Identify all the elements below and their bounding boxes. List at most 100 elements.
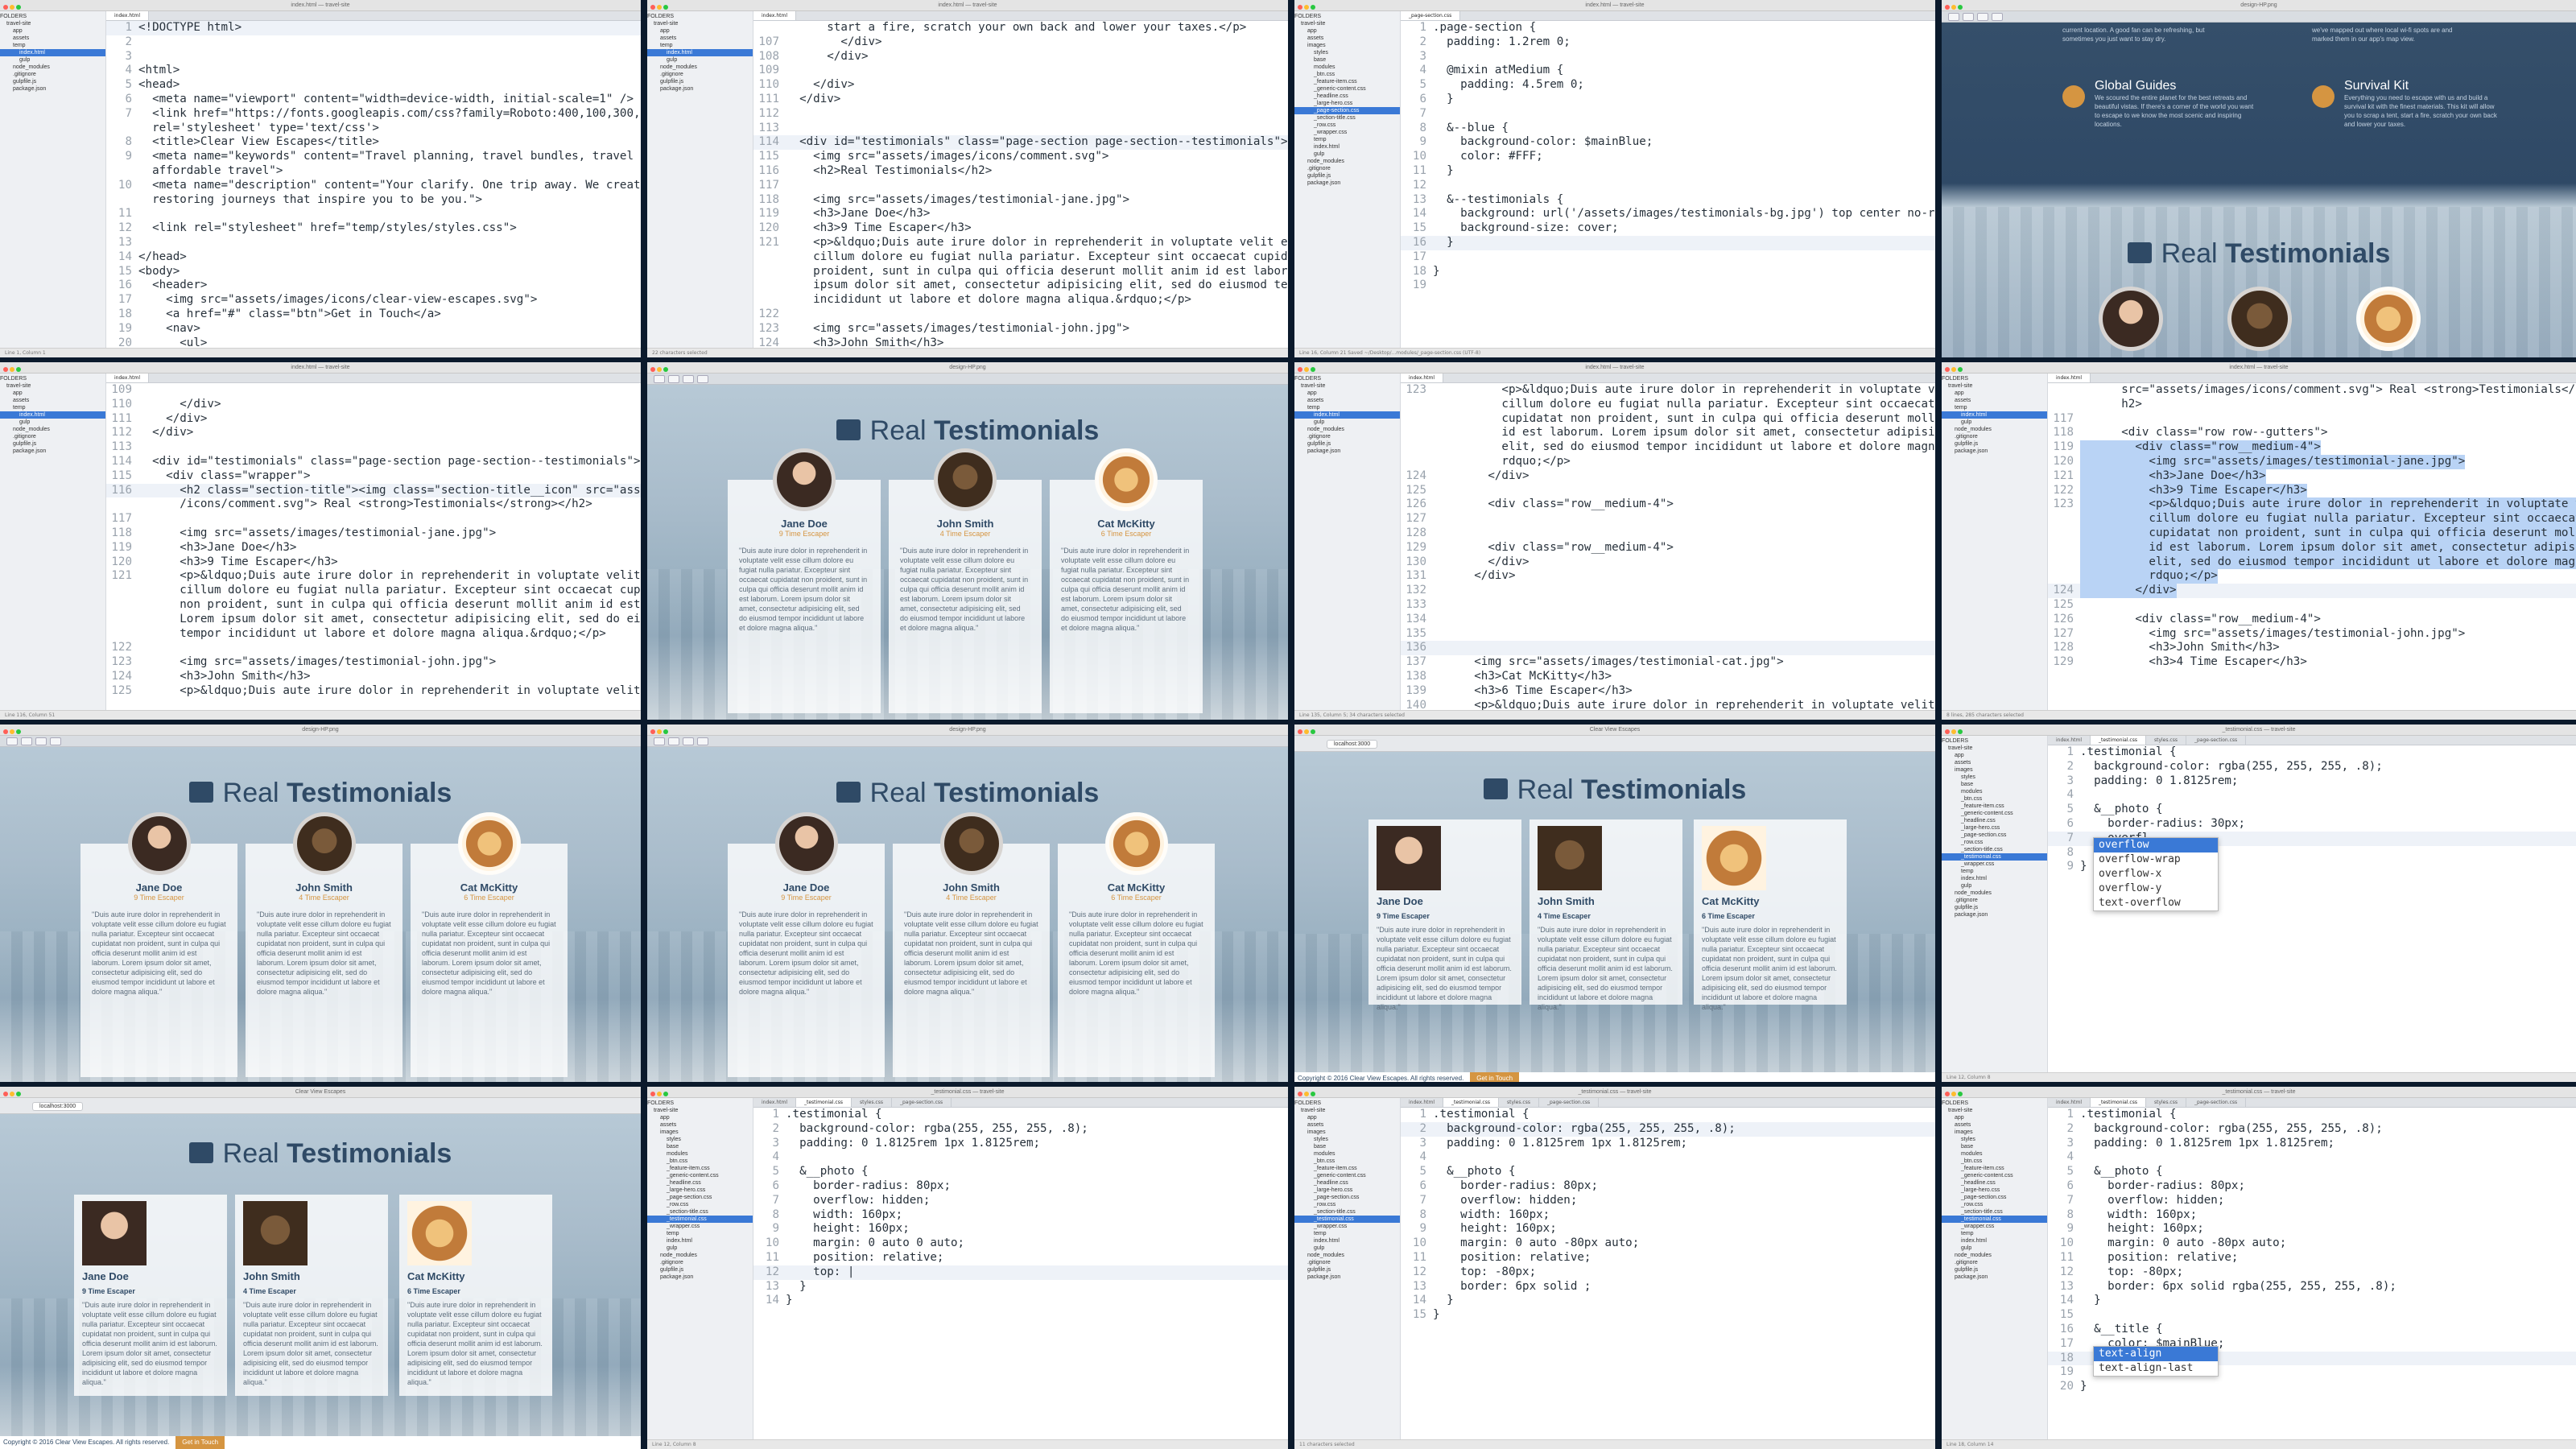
window-control-icon[interactable] <box>10 1092 14 1096</box>
toolbar-button[interactable] <box>1977 13 1988 21</box>
sidebar-item[interactable]: _row.css <box>1942 839 2047 846</box>
toolbar-button[interactable] <box>50 737 61 745</box>
sidebar-item[interactable]: gulpfile.js <box>1942 1266 2047 1274</box>
window-control-icon[interactable] <box>16 367 21 372</box>
sidebar-item[interactable]: _page-section.css <box>647 1194 753 1201</box>
window-control-icon[interactable] <box>1311 1092 1315 1096</box>
code-editor[interactable]: 1 .testimonial {2 background-color: rgba(… <box>753 1108 1288 1439</box>
toolbar-button[interactable] <box>654 737 665 745</box>
sidebar-item[interactable]: _headline.css <box>1942 1179 2047 1187</box>
sidebar-item[interactable]: _wrapper.css <box>1942 861 2047 868</box>
toolbar-button[interactable] <box>654 375 665 383</box>
sidebar-item[interactable]: gulpfile.js <box>1942 440 2047 448</box>
sidebar-item[interactable]: travel-site <box>0 20 105 27</box>
sidebar-item[interactable]: _headline.css <box>1294 93 1400 100</box>
sidebar-item[interactable]: base <box>647 1143 753 1150</box>
editor-tabs[interactable]: _page-section.css <box>1401 11 1935 21</box>
url-field[interactable]: localhost:3000 <box>1327 740 1378 749</box>
editor-tab[interactable]: index.html <box>2048 736 2091 745</box>
window-control-icon[interactable] <box>1945 1092 1950 1096</box>
file-sidebar[interactable]: FOLDERS travel-site app assets temp index.htm… <box>1942 374 2048 710</box>
sidebar-item[interactable]: index.html <box>647 1237 753 1245</box>
sidebar-item[interactable]: node_modules <box>0 426 105 433</box>
sidebar-item[interactable]: modules <box>1942 788 2047 795</box>
window-control-icon[interactable] <box>1304 367 1309 372</box>
sidebar-item[interactable]: modules <box>1942 1150 2047 1158</box>
sidebar-item[interactable]: temp <box>647 1230 753 1237</box>
code-editor[interactable]: src="assets/images/icons/comment.svg"> R… <box>2048 383 2576 710</box>
sidebar-item[interactable]: modules <box>1294 64 1400 71</box>
sidebar-item[interactable]: _large-hero.css <box>1942 824 2047 832</box>
sidebar-item[interactable]: _btn.css <box>1294 1158 1400 1165</box>
sidebar-item[interactable]: package.json <box>1294 180 1400 187</box>
sidebar-item[interactable]: package.json <box>647 1274 753 1281</box>
sidebar-item[interactable]: assets <box>1294 397 1400 404</box>
editor-tab[interactable]: index.html <box>2048 1098 2091 1107</box>
window-control-icon[interactable] <box>3 5 8 10</box>
sidebar-item[interactable]: package.json <box>0 85 105 93</box>
window-control-icon[interactable] <box>1951 367 1956 372</box>
window-control-icon[interactable] <box>1311 5 1315 10</box>
editor-tab[interactable]: styles.css <box>1499 1098 1539 1107</box>
file-sidebar[interactable]: FOLDERS travel-site app assets images styles b… <box>1294 1098 1401 1439</box>
window-control-icon[interactable] <box>1958 1092 1963 1096</box>
file-sidebar[interactable]: FOLDERS travel-site app assets images styles b… <box>647 1098 753 1439</box>
sidebar-item[interactable]: base <box>1942 781 2047 788</box>
code-editor[interactable]: 109 110 </div> 111 </div> 112 </div> 113 114 … <box>106 383 641 710</box>
sidebar-item[interactable]: package.json <box>1942 1274 2047 1281</box>
sidebar-item[interactable]: gulp <box>647 56 753 64</box>
sidebar-item[interactable]: app <box>1942 752 2047 759</box>
autocomplete-option[interactable]: text-overflow <box>2094 896 2218 910</box>
sidebar-item[interactable]: styles <box>1294 1136 1400 1143</box>
sidebar-item[interactable]: _section-title.css <box>647 1208 753 1216</box>
sidebar-item[interactable]: travel-site <box>1294 1107 1400 1114</box>
window-control-icon[interactable] <box>1951 1092 1956 1096</box>
sidebar-item[interactable]: .gitignore <box>647 1259 753 1266</box>
sidebar-item[interactable]: _btn.css <box>1942 795 2047 803</box>
sidebar-item[interactable]: images <box>1942 766 2047 774</box>
sidebar-item[interactable]: images <box>647 1129 753 1136</box>
sidebar-item[interactable]: .gitignore <box>1942 1259 2047 1266</box>
sidebar-item[interactable]: _section-title.css <box>1942 1208 2047 1216</box>
editor-tab[interactable]: index.html <box>1401 374 1443 382</box>
file-sidebar[interactable]: FOLDERS travel-site app assets temp index.htm… <box>647 11 753 348</box>
window-control-icon[interactable] <box>657 729 662 734</box>
sidebar-item[interactable]: _row.css <box>1294 1201 1400 1208</box>
editor-tab[interactable]: _testimonial.css <box>2091 736 2146 745</box>
sidebar-item[interactable]: gulpfile.js <box>1294 1266 1400 1274</box>
sidebar-item[interactable]: _feature-item.css <box>1294 78 1400 85</box>
window-control-icon[interactable] <box>16 729 21 734</box>
sidebar-item[interactable]: assets <box>1942 397 2047 404</box>
sidebar-item[interactable]: gulp <box>1294 151 1400 158</box>
sidebar-item[interactable]: node_modules <box>1942 1252 2047 1259</box>
editor-tab[interactable]: index.html <box>106 11 149 20</box>
sidebar-item[interactable]: app <box>0 27 105 35</box>
autocomplete-popup[interactable]: overflow overflow-wrap overflow-x overflow-… <box>2093 837 2219 911</box>
sidebar-item[interactable]: gulp <box>1942 419 2047 426</box>
autocomplete-option[interactable]: overflow-x <box>2094 867 2218 881</box>
window-control-icon[interactable] <box>1945 5 1950 10</box>
sidebar-item[interactable]: .gitignore <box>647 71 753 78</box>
code-editor[interactable]: start a fire, scratch your own back and … <box>753 21 1288 348</box>
sidebar-item[interactable]: _page-section.css <box>1942 1194 2047 1201</box>
preview-toolbar[interactable] <box>647 736 1288 747</box>
editor-tab[interactable]: _page-section.css <box>892 1098 952 1107</box>
browser-address-bar[interactable]: localhost:3000 <box>1294 736 1935 752</box>
sidebar-item[interactable]: base <box>1942 1143 2047 1150</box>
sidebar-item[interactable]: _wrapper.css <box>1942 1223 2047 1230</box>
window-control-icon[interactable] <box>1958 5 1963 10</box>
toolbar-button[interactable] <box>21 737 32 745</box>
sidebar-item[interactable]: _generic-content.css <box>647 1172 753 1179</box>
autocomplete-popup[interactable]: text-align text-align-last <box>2093 1346 2219 1377</box>
sidebar-item[interactable]: package.json <box>1942 448 2047 455</box>
sidebar-item[interactable]: .gitignore <box>1294 433 1400 440</box>
sidebar-item[interactable]: gulpfile.js <box>1294 172 1400 180</box>
editor-tabs[interactable]: index.html _testimonial.css styles.css _pag… <box>2048 736 2576 745</box>
toolbar-button[interactable] <box>668 737 679 745</box>
sidebar-item[interactable]: _testimonial.css <box>1942 853 2047 861</box>
sidebar-item[interactable]: package.json <box>1294 1274 1400 1281</box>
sidebar-item[interactable]: index.html <box>0 411 105 419</box>
file-sidebar[interactable]: FOLDERS travel-site app assets temp index.htm… <box>1294 374 1401 710</box>
file-sidebar[interactable]: FOLDERS travel-site app assets images styles b… <box>1942 1098 2048 1439</box>
sidebar-item[interactable]: gulp <box>1942 882 2047 890</box>
